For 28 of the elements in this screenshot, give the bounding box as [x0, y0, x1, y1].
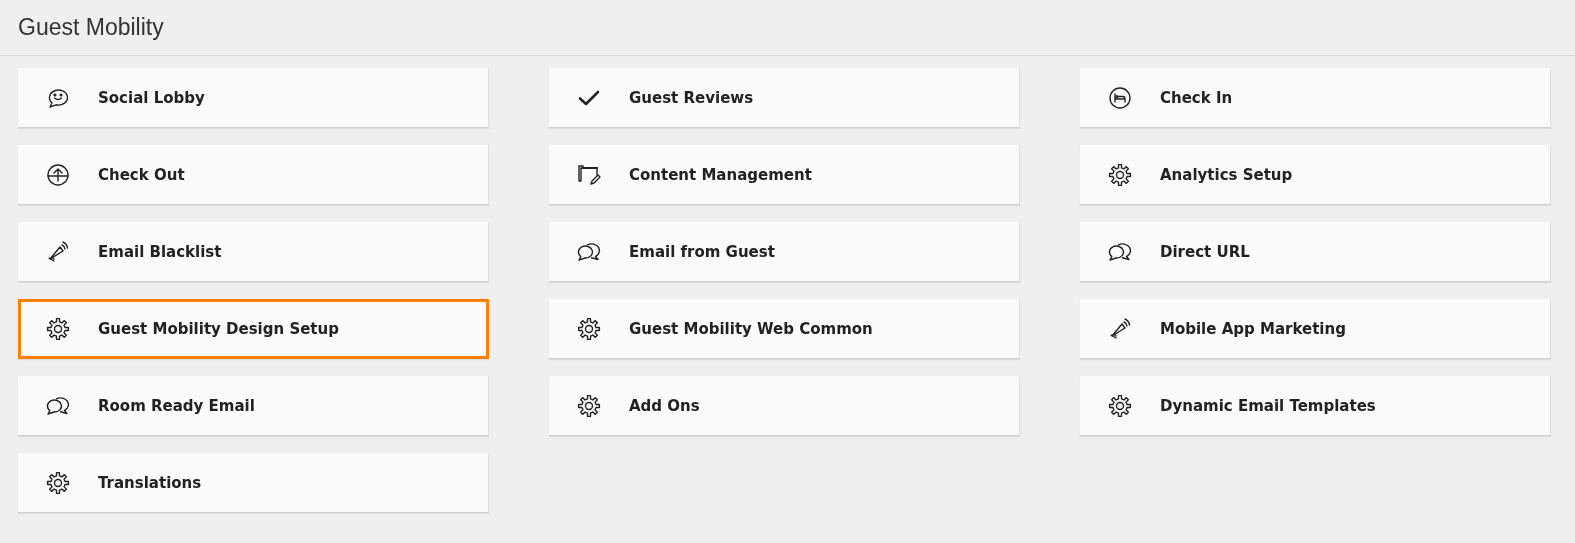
gear-icon — [1108, 162, 1132, 187]
menu-tile[interactable]: Guest Reviews — [549, 68, 1020, 128]
gear-icon — [46, 317, 70, 341]
menu-tile[interactable]: Dynamic Email Templates — [1080, 376, 1551, 436]
menu-tile[interactable]: Guest Mobility Web Common — [549, 299, 1020, 359]
gear-icon — [577, 393, 601, 418]
menu-tile[interactable]: Add Ons — [549, 376, 1020, 436]
upload-circle-icon — [46, 162, 70, 187]
gear-icon — [1108, 393, 1132, 418]
megaphone-icon — [46, 239, 70, 264]
megaphone-icon — [1108, 316, 1132, 341]
menu-tile[interactable]: Translations — [18, 453, 489, 513]
menu-tile[interactable]: Room Ready Email — [18, 376, 489, 436]
menu-tile[interactable]: Direct URL — [1080, 222, 1551, 282]
menu-tile[interactable]: Check In — [1080, 68, 1551, 128]
menu-tile[interactable]: Analytics Setup — [1080, 145, 1551, 205]
gear-icon — [577, 316, 601, 341]
menu-tile[interactable]: Check Out — [18, 145, 489, 205]
page-title: Guest Mobility — [18, 14, 164, 41]
menu-tile[interactable]: Guest Mobility Design Setup — [18, 299, 489, 359]
menu-tile[interactable]: Mobile App Marketing — [1080, 299, 1551, 359]
menu-tile[interactable]: Content Management — [549, 145, 1020, 205]
menu-tile[interactable]: Social Lobby — [18, 68, 489, 128]
gear-icon — [46, 470, 70, 495]
menu-tile[interactable]: Email Blacklist — [18, 222, 489, 282]
bed-icon — [1108, 85, 1132, 110]
folder-pencil-icon — [577, 162, 601, 187]
menu-tile[interactable]: Email from Guest — [549, 222, 1020, 282]
